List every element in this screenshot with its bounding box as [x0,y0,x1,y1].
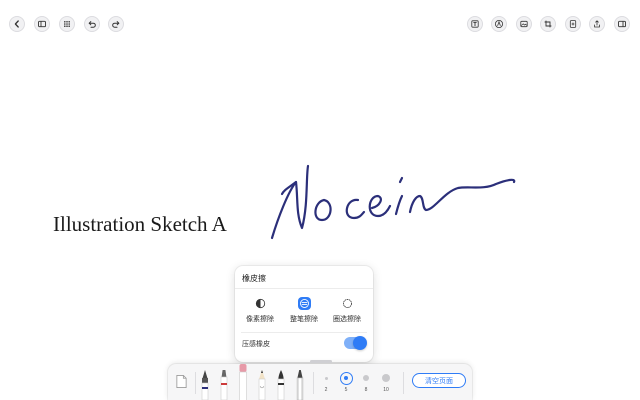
handwritten-signature [270,164,516,240]
drawing-toolbar: 2 5 8 10 清空页面 [168,360,472,400]
page-template-button[interactable] [175,374,188,394]
fountain-pen-tool[interactable] [199,368,211,400]
marker-tool[interactable] [218,368,230,400]
right-panel-button[interactable] [614,16,630,32]
size-dot [363,375,369,381]
text-icon [471,20,479,28]
back-button[interactable] [9,16,25,32]
grid-icon [64,21,70,27]
pen-mode-button[interactable] [491,16,507,32]
crop-button[interactable] [540,16,556,32]
marker-icon [220,370,228,400]
size-dot [344,376,348,380]
eraser-tool[interactable] [237,363,249,400]
redo-button[interactable] [108,16,124,32]
stroke-size-2[interactable]: 2 [319,371,333,393]
add-page-icon [569,20,577,28]
pixel-erase-icon [254,297,267,310]
image-button[interactable] [516,16,532,32]
thumbnails-button[interactable] [59,16,75,32]
stroke-size-8[interactable]: 8 [359,371,373,393]
size-label: 2 [324,387,328,393]
text-tool-button[interactable] [467,16,483,32]
sidebar-toggle-button[interactable] [34,16,50,32]
eraser-popup: 橡皮擦 像素擦除 整笔擦除 圈选擦除 压感橡皮 [235,266,373,362]
divider [195,372,196,394]
share-button[interactable] [589,16,605,32]
pixel-erase-label: 像素擦除 [246,315,274,323]
image-icon [520,20,528,28]
pencil-icon [258,370,266,400]
calligraphy-pen-tool[interactable] [294,368,306,400]
panel-icon [618,20,626,28]
stroke-erase-icon [297,297,311,310]
page-template-icon [176,375,187,388]
pressure-eraser-label: 压感橡皮 [242,340,270,348]
divider [313,372,314,394]
size-dot [324,376,328,380]
calligraphy-pen-icon [296,370,304,400]
size-label: 8 [364,387,368,393]
brush-pen-icon [277,370,285,400]
stroke-size-5[interactable]: 5 [339,371,353,393]
redo-icon [112,21,120,28]
size-label: 5 [344,387,348,393]
fountain-pen-icon [201,370,209,400]
lasso-erase-label: 圈选擦除 [333,315,361,323]
clear-page-button[interactable]: 清空页面 [412,373,466,388]
stroke-erase-option[interactable]: 整笔擦除 [284,297,324,324]
undo-button[interactable] [84,16,100,32]
eraser-icon [239,364,247,400]
stroke-erase-label: 整笔擦除 [290,315,318,323]
pressure-eraser-toggle[interactable] [344,336,367,350]
back-icon [14,20,19,28]
pencil-tool[interactable] [256,368,268,400]
crop-icon [544,20,552,28]
share-icon [594,20,600,28]
sidebar-icon [38,20,46,28]
add-page-button[interactable] [565,16,581,32]
lasso-erase-option[interactable]: 圈选擦除 [327,297,367,324]
undo-icon [88,21,96,28]
size-label: 10 [383,387,389,393]
pixel-erase-option[interactable]: 像素擦除 [240,297,280,324]
divider [241,332,367,333]
stroke-size-10[interactable]: 10 [379,371,393,393]
sketch-label: Illustration Sketch A [53,212,227,236]
size-dot [382,374,390,382]
brush-pen-tool[interactable] [275,368,287,400]
eraser-popup-title: 橡皮擦 [242,274,266,283]
divider [403,372,404,394]
toggle-knob [353,336,367,350]
size-selected-ring [339,371,353,385]
pen-mode-icon [495,20,503,28]
divider [235,288,373,289]
toolbar-drag-handle[interactable] [310,360,332,363]
lasso-erase-icon [341,297,354,310]
